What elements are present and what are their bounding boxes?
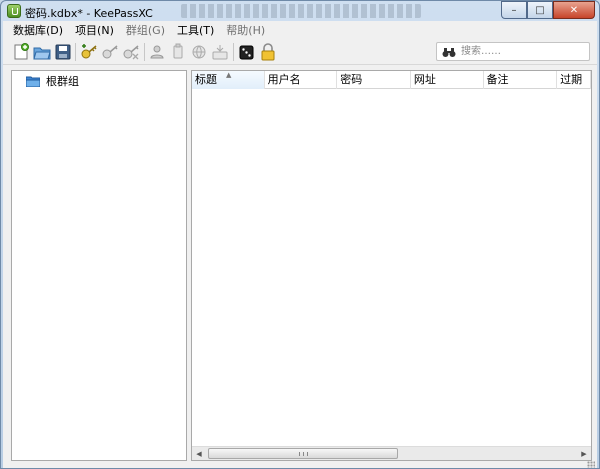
menu-help[interactable]: 帮助(H) [220,22,271,38]
close-button[interactable]: ✕ [553,1,595,19]
copy-url-button[interactable] [189,42,209,62]
title-bar[interactable]: 密码.kdbx* - KeePassXC – □ ✕ [1,1,599,21]
scroll-right-arrow-icon[interactable]: ▶ [577,447,591,460]
app-window: 密码.kdbx* - KeePassXC – □ ✕ 数据库(D) 项目(N) … [0,0,600,469]
dice-icon [239,45,254,60]
group-tree[interactable]: 根群组 [11,70,187,461]
password-generator-button[interactable] [237,42,257,62]
tree-item-root-group[interactable]: 根群组 [26,73,186,89]
autotype-icon [212,45,228,60]
add-entry-button[interactable] [79,42,99,62]
edit-entry-button[interactable] [100,42,120,62]
column-header-password[interactable]: 密码 [337,71,411,89]
horizontal-scrollbar[interactable]: ◀ ▶ [192,446,591,460]
status-bar [3,461,597,468]
column-header-username[interactable]: 用户名 [265,71,338,89]
window-controls: – □ ✕ [501,1,595,19]
window-title: 密码.kdbx* - KeePassXC [25,7,153,20]
minimize-button[interactable]: – [501,1,527,19]
main-area: 根群组 标题 ▲ 用户名 密码 网址 备注 过期 ◀ ▶ [3,65,597,461]
autotype-button[interactable] [210,42,230,62]
copy-url-icon [192,45,206,59]
edit-entry-icon [102,45,118,59]
copy-password-button[interactable] [168,42,188,62]
new-database-icon [14,43,29,60]
menu-database[interactable]: 数据库(D) [7,22,69,38]
toolbar [3,39,597,65]
lock-database-button[interactable] [258,42,278,62]
column-header-label: 标题 [195,73,217,86]
copy-password-icon [173,43,183,59]
menu-tools[interactable]: 工具(T) [171,22,220,38]
scrollbar-thumb[interactable] [208,448,398,459]
toolbar-separator [144,43,145,61]
save-database-button[interactable] [53,42,73,62]
open-database-button[interactable] [32,42,52,62]
copy-username-button[interactable] [147,42,167,62]
delete-entry-button[interactable] [121,42,141,62]
column-header-expires[interactable]: 过期 [557,71,591,89]
binoculars-icon [442,45,456,59]
keepassxc-logo-icon [7,4,21,18]
column-header-title[interactable]: 标题 ▲ [192,71,265,89]
add-entry-icon [81,44,97,59]
menu-bar: 数据库(D) 项目(N) 群组(G) 工具(T) 帮助(H) [3,21,597,39]
column-header-url[interactable]: 网址 [411,71,484,89]
entry-list-header: 标题 ▲ 用户名 密码 网址 备注 过期 [192,71,591,89]
delete-entry-icon [123,45,139,60]
maximize-button[interactable]: □ [527,1,553,19]
entry-list[interactable]: 标题 ▲ 用户名 密码 网址 备注 过期 ◀ ▶ [191,70,592,461]
tree-item-label: 根群组 [46,75,79,88]
scroll-left-arrow-icon[interactable]: ◀ [192,447,206,460]
save-database-icon [55,44,71,60]
lock-icon [261,43,275,61]
search-input[interactable] [461,44,587,59]
folder-icon [26,76,40,87]
search-box [436,42,590,61]
menu-entries[interactable]: 项目(N) [69,22,120,38]
resize-grip-icon[interactable] [587,461,595,468]
copy-username-icon [150,45,164,59]
new-database-button[interactable] [11,42,31,62]
title-bar-watermark [181,4,421,18]
toolbar-separator [75,43,76,61]
toolbar-separator [233,43,234,61]
open-database-icon [33,47,51,60]
sort-arrow-icon: ▲ [226,71,232,79]
menu-groups[interactable]: 群组(G) [120,22,171,38]
column-header-notes[interactable]: 备注 [484,71,558,89]
